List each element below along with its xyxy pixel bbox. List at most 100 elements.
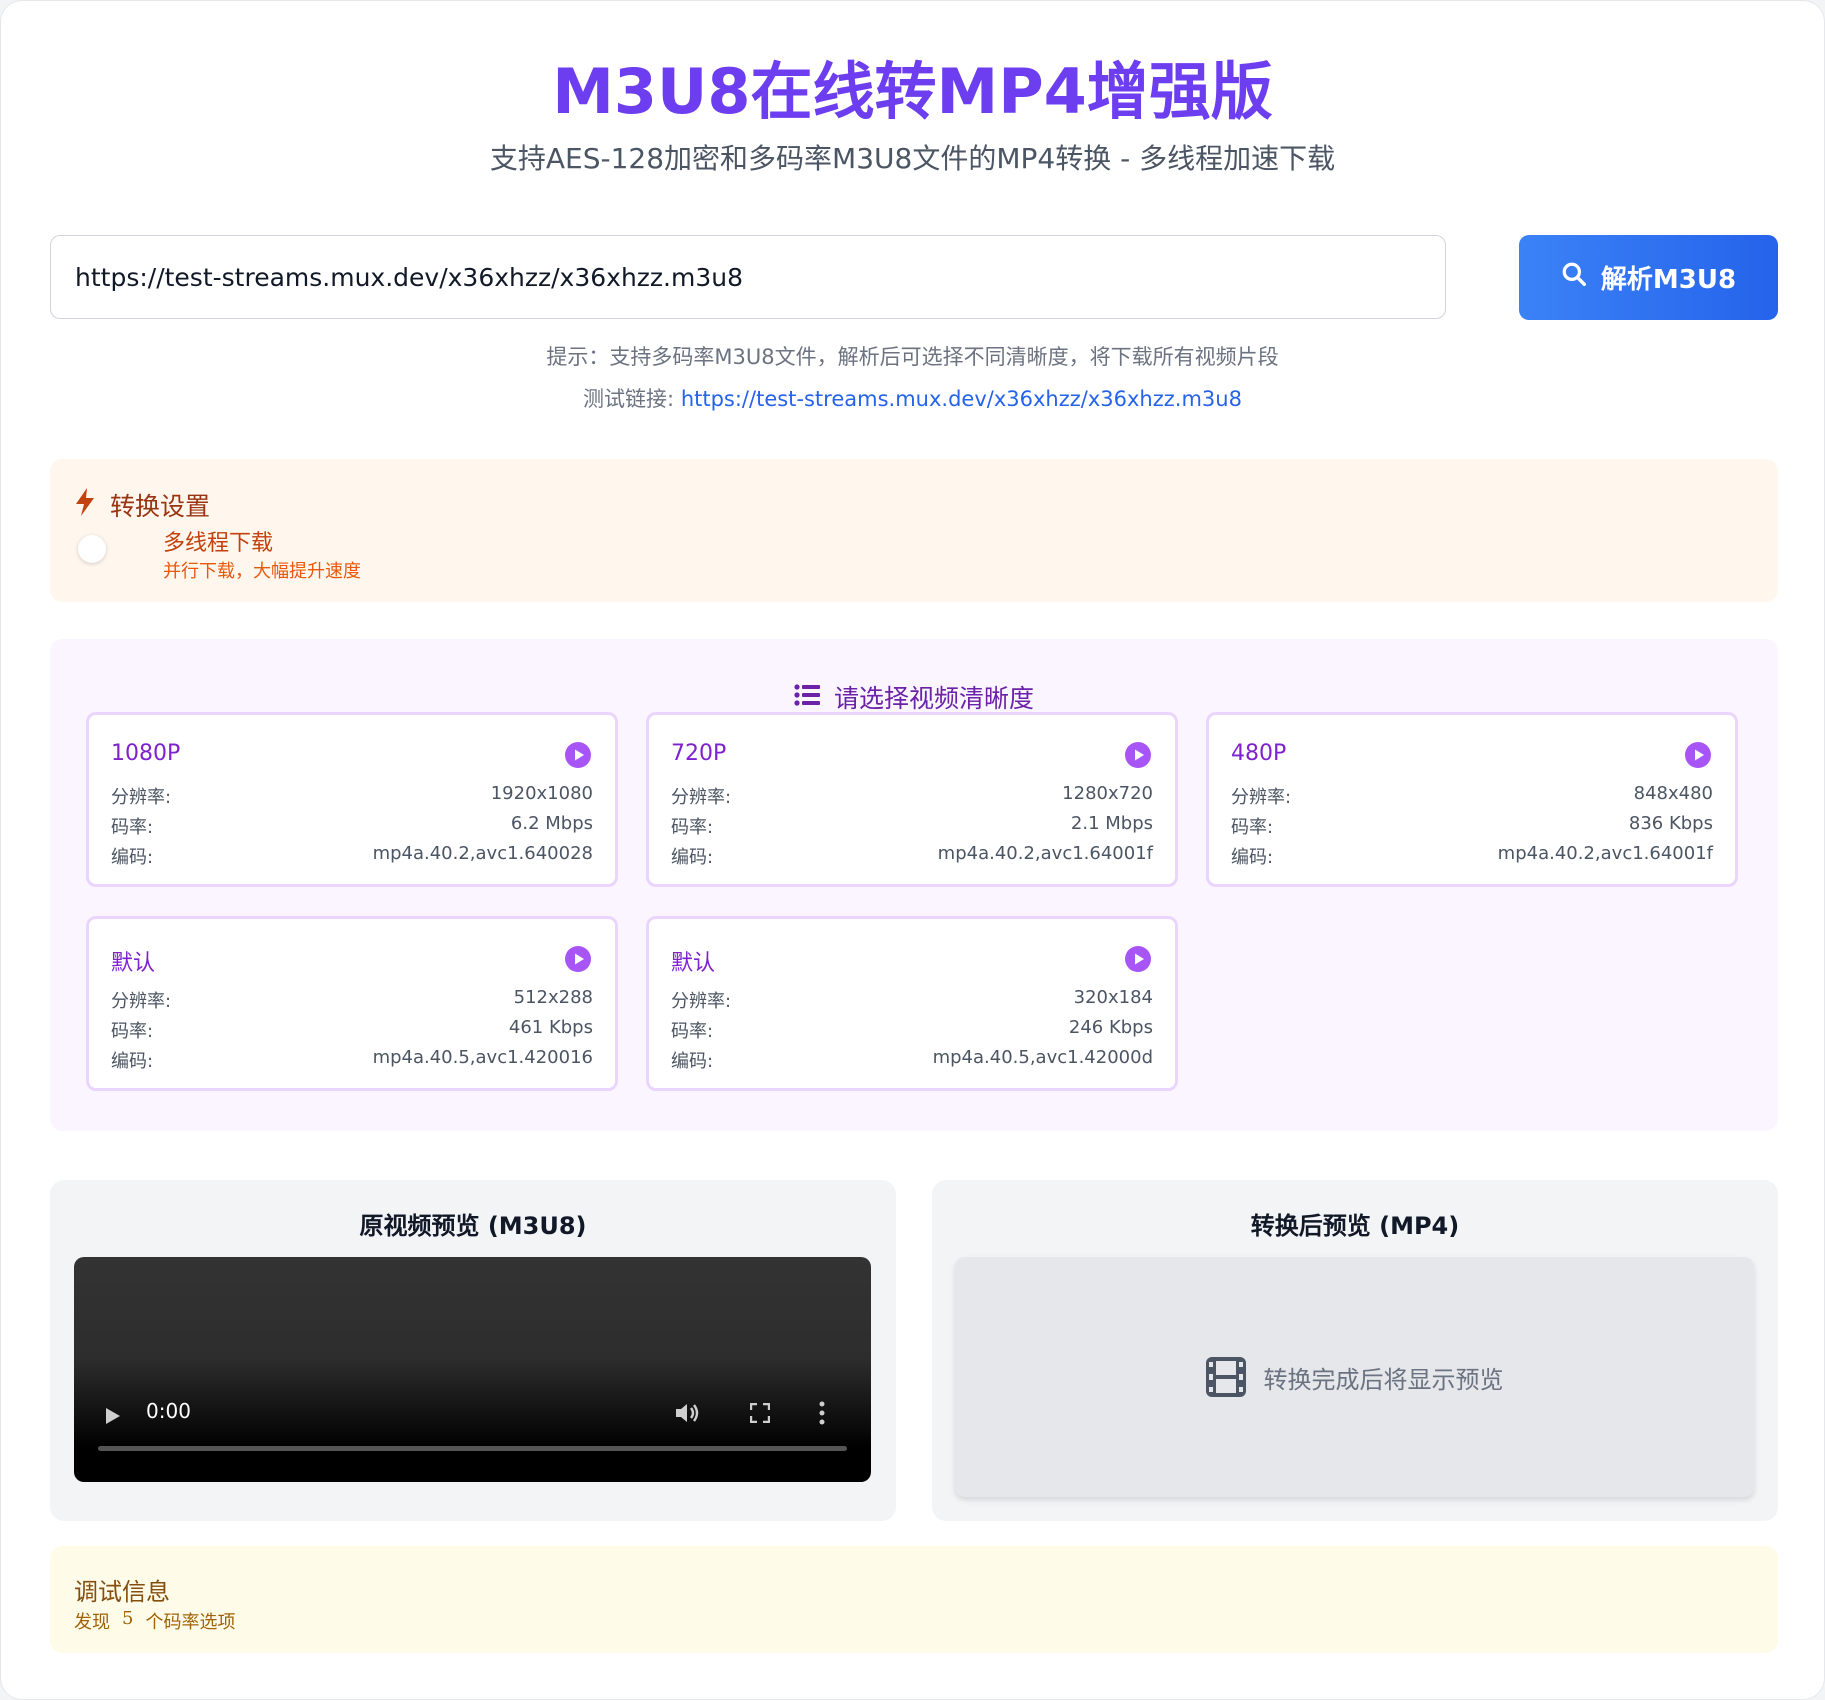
bitrate-row: 码率: 246 Kbps <box>671 1017 1153 1043</box>
app-page: M3U8在线转MP4增强版 支持AES-128加密和多码率M3U8文件的MP4转… <box>0 0 1825 1700</box>
resolution-value: 848x480 <box>1633 783 1713 804</box>
bitrate-label: 码率: <box>671 817 714 838</box>
resolution-label: 分辨率: <box>671 787 732 808</box>
original-preview-title: 原视频预览 (M3U8) <box>359 1212 587 1240</box>
resolution-label: 分辨率: <box>111 787 172 808</box>
debug-count: 5 <box>122 1608 134 1629</box>
debug-prefix: 发现 <box>74 1612 110 1633</box>
codec-row: 编码: mp4a.40.5,avc1.42000d <box>671 1047 1153 1073</box>
resolution-row: 分辨率: 512x288 <box>111 987 593 1013</box>
test-link-label: 测试链接: <box>583 387 681 411</box>
resolution-value: 1920x1080 <box>490 783 593 804</box>
converted-preview-placeholder: 转换完成后将显示预览 <box>955 1257 1754 1497</box>
multithread-title: 多线程下载 <box>163 531 274 556</box>
codec-row: 编码: mp4a.40.2,avc1.640028 <box>111 843 593 869</box>
resolution-row: 分辨率: 848x480 <box>1231 783 1713 809</box>
bitrate-label: 码率: <box>111 1021 154 1042</box>
progress-bar[interactable] <box>98 1446 847 1451</box>
quality-selection-panel: 请选择视频清晰度 1080P 分辨率: 1920x1080 码率: 6.2 Mbps… <box>50 639 1778 1131</box>
m3u8-url-input[interactable] <box>50 235 1446 319</box>
quality-title: 请选择视频清晰度 <box>833 684 1034 713</box>
play-circle-icon <box>565 742 591 768</box>
converted-preview-title: 转换后预览 (MP4) <box>1250 1212 1460 1240</box>
more-options-icon[interactable] <box>818 1401 826 1425</box>
parse-button-label: 解析M3U8 <box>1600 265 1737 295</box>
quality-card-480p[interactable]: 480P 分辨率: 848x480 码率: 836 Kbps 编码: mp4a.40.… <box>1206 712 1738 887</box>
codec-label: 编码: <box>671 847 714 868</box>
codec-label: 编码: <box>111 847 154 868</box>
quality-card-1080p[interactable]: 1080P 分辨率: 1920x1080 码率: 6.2 Mbps 编码: mp4a.… <box>86 712 618 887</box>
bitrate-value: 246 Kbps <box>1068 1017 1153 1038</box>
quality-card-default-184[interactable]: 默认 分辨率: 320x184 码率: 246 Kbps 编码: mp4a.40.5,… <box>646 916 1178 1091</box>
video-player[interactable]: 0:00 <box>74 1257 871 1482</box>
play-circle-icon <box>1685 742 1711 768</box>
quality-name: 720P <box>671 741 727 766</box>
codec-row: 编码: mp4a.40.2,avc1.64001f <box>671 843 1153 869</box>
quality-name: 480P <box>1231 741 1287 766</box>
bitrate-value: 2.1 Mbps <box>1070 813 1153 834</box>
codec-value: mp4a.40.2,avc1.64001f <box>1497 843 1713 864</box>
resolution-label: 分辨率: <box>111 991 172 1012</box>
hint-text: 提示：支持多码率M3U8文件，解析后可选择不同清晰度，将下载所有视频片段 <box>546 345 1279 369</box>
quality-header: 请选择视频清晰度 <box>50 679 1778 715</box>
quality-name: 默认 <box>111 951 156 976</box>
codec-value: mp4a.40.5,avc1.420016 <box>372 1047 593 1068</box>
settings-title: 转换设置 <box>110 492 211 521</box>
codec-label: 编码: <box>111 1051 154 1072</box>
fullscreen-icon[interactable] <box>750 1403 770 1423</box>
bitrate-value: 836 Kbps <box>1628 813 1713 834</box>
resolution-value: 512x288 <box>513 987 593 1008</box>
resolution-row: 分辨率: 1280x720 <box>671 783 1153 809</box>
test-link[interactable]: https://test-streams.mux.dev/x36xhzz/x36… <box>681 387 1242 411</box>
page-title: M3U8在线转MP4增强版 <box>552 55 1273 128</box>
bitrate-row: 码率: 836 Kbps <box>1231 813 1713 839</box>
debug-suffix: 个码率选项 <box>145 1612 236 1633</box>
resolution-value: 320x184 <box>1073 987 1153 1008</box>
multithread-description: 并行下载，大幅提升速度 <box>163 561 361 582</box>
parse-m3u8-button[interactable]: 解析M3U8 <box>1519 235 1778 320</box>
bitrate-label: 码率: <box>111 817 154 838</box>
codec-value: mp4a.40.5,avc1.42000d <box>932 1047 1153 1068</box>
play-icon[interactable] <box>104 1406 122 1426</box>
play-circle-icon <box>1125 946 1151 972</box>
volume-icon[interactable] <box>674 1401 702 1425</box>
quality-card-720p[interactable]: 720P 分辨率: 1280x720 码率: 2.1 Mbps 编码: mp4a.40… <box>646 712 1178 887</box>
resolution-row: 分辨率: 1920x1080 <box>111 783 593 809</box>
bitrate-row: 码率: 461 Kbps <box>111 1017 593 1043</box>
player-time: 0:00 <box>146 1399 191 1423</box>
settings-header: 转换设置 <box>74 487 210 523</box>
bitrate-value: 6.2 Mbps <box>510 813 593 834</box>
bitrate-row: 码率: 6.2 Mbps <box>111 813 593 839</box>
bitrate-label: 码率: <box>671 1021 714 1042</box>
codec-row: 编码: mp4a.40.2,avc1.64001f <box>1231 843 1713 869</box>
bitrate-row: 码率: 2.1 Mbps <box>671 813 1153 839</box>
converted-preview-panel: 转换后预览 (MP4) 转换完成后将显示预览 <box>932 1180 1778 1521</box>
debug-message: 发现 5 个码率选项 <box>74 1608 235 1634</box>
resolution-label: 分辨率: <box>1231 787 1292 808</box>
play-circle-icon <box>565 946 591 972</box>
quality-name: 默认 <box>671 951 716 976</box>
debug-panel: 调试信息 发现 5 个码率选项 <box>50 1546 1778 1653</box>
play-circle-icon <box>1125 742 1151 768</box>
codec-value: mp4a.40.2,avc1.64001f <box>937 843 1153 864</box>
original-preview-panel: 原视频预览 (M3U8) 0:00 <box>50 1180 896 1521</box>
conversion-settings-panel: 转换设置 多线程下载 并行下载，大幅提升速度 <box>50 459 1778 602</box>
codec-value: mp4a.40.2,avc1.640028 <box>372 843 593 864</box>
quality-card-default-288[interactable]: 默认 分辨率: 512x288 码率: 461 Kbps 编码: mp4a.40.5,… <box>86 916 618 1091</box>
bitrate-label: 码率: <box>1231 817 1274 838</box>
codec-label: 编码: <box>1231 847 1274 868</box>
search-icon <box>1561 261 1587 294</box>
resolution-row: 分辨率: 320x184 <box>671 987 1153 1013</box>
resolution-label: 分辨率: <box>671 991 732 1012</box>
bitrate-value: 461 Kbps <box>508 1017 593 1038</box>
converted-placeholder-text: 转换完成后将显示预览 <box>1263 1365 1504 1394</box>
list-icon <box>794 683 820 712</box>
multithread-toggle[interactable] <box>78 535 106 563</box>
film-icon <box>1205 1357 1246 1397</box>
page-subtitle: 支持AES-128加密和多码率M3U8文件的MP4转换 - 多线程加速下载 <box>489 142 1336 175</box>
resolution-value: 1280x720 <box>1062 783 1153 804</box>
test-link-row: 测试链接: https://test-streams.mux.dev/x36xh… <box>1 383 1824 413</box>
debug-title: 调试信息 <box>74 1578 170 1606</box>
codec-label: 编码: <box>671 1051 714 1072</box>
bolt-icon <box>74 488 96 522</box>
